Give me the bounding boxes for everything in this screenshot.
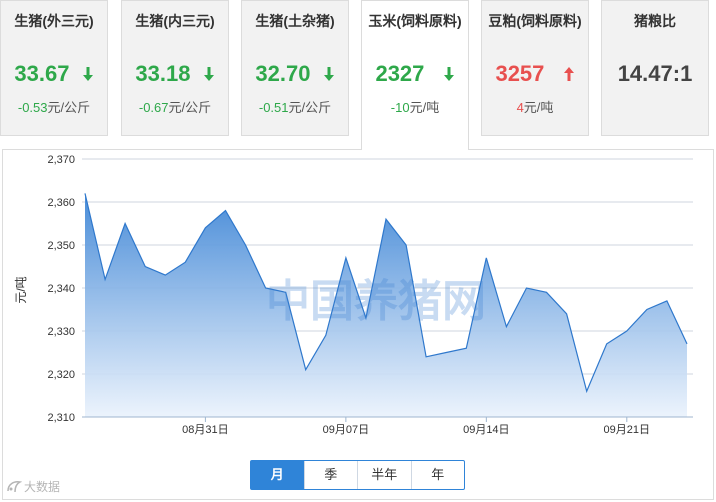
data-point[interactable] xyxy=(624,329,629,334)
data-point[interactable] xyxy=(685,341,690,346)
data-point[interactable] xyxy=(544,290,549,295)
card-pig-local[interactable]: 生猪(土杂猪) 32.70 -0.51元/公斤 xyxy=(241,0,349,136)
x-tick-label: 09月14日 xyxy=(463,424,509,436)
price-chart-panel: 2,310 2,320 2,330 2,340 2,350 2,360 2,370 08月31… xyxy=(2,149,714,500)
arrow-down-icon xyxy=(203,67,214,81)
card-change-value: -0.67 xyxy=(138,100,169,115)
data-point[interactable] xyxy=(444,350,449,355)
brand-watermark: 大数据 xyxy=(6,478,60,495)
brand-logo-icon xyxy=(7,481,22,493)
data-point[interactable] xyxy=(123,221,128,226)
card-title: 生猪(内三元) xyxy=(135,13,215,29)
y-axis-label: 元/吨 xyxy=(14,276,28,303)
card-value: 2327 xyxy=(375,61,425,86)
card-pig-outer[interactable]: 生猪(外三元) 33.67 -0.53元/公斤 xyxy=(0,0,108,136)
card-pig-inner[interactable]: 生猪(内三元) 33.18 -0.67元/公斤 xyxy=(121,0,229,136)
data-point[interactable] xyxy=(323,333,328,338)
data-point[interactable] xyxy=(203,225,208,230)
card-value: 14.47:1 xyxy=(617,61,693,86)
data-point[interactable] xyxy=(183,260,188,265)
x-tick-label: 09月21日 xyxy=(604,424,650,436)
arrow-down-icon xyxy=(82,67,93,81)
tab-quarter[interactable]: 季 xyxy=(305,461,358,489)
tab-year[interactable]: 年 xyxy=(412,461,465,489)
price-cards: 生猪(外三元) 33.67 -0.53元/公斤 生猪(内三元) 33.18 -0… xyxy=(0,0,716,150)
y-tick-label: 2,350 xyxy=(47,240,75,252)
tab-half-year[interactable]: 半年 xyxy=(358,461,412,489)
data-point[interactable] xyxy=(223,208,228,213)
card-value: 33.67 xyxy=(14,61,70,86)
card-value: 32.70 xyxy=(255,61,311,86)
data-point[interactable] xyxy=(83,191,88,196)
card-change-unit: 元/公斤 xyxy=(168,100,212,115)
period-tabs: 月 季 半年 年 xyxy=(250,460,465,490)
data-point[interactable] xyxy=(504,324,509,329)
data-point[interactable] xyxy=(604,341,609,346)
data-point[interactable] xyxy=(484,255,489,260)
data-point[interactable] xyxy=(163,273,168,278)
card-title: 豆粕(饲料原料) xyxy=(488,13,582,29)
x-tick-label: 09月07日 xyxy=(323,424,369,436)
data-point[interactable] xyxy=(243,243,248,248)
card-value: 3257 xyxy=(495,61,545,86)
card-change-value: -0.53 xyxy=(17,100,48,115)
data-point[interactable] xyxy=(343,255,348,260)
data-point[interactable] xyxy=(584,389,589,394)
card-soybean-meal[interactable]: 豆粕(饲料原料) 3257 4元/吨 xyxy=(481,0,589,136)
card-pig-grain-ratio[interactable]: 猪粮比 14.47:1 xyxy=(601,0,709,136)
y-tick-label: 2,310 xyxy=(47,412,75,424)
card-change-unit: 元/吨 xyxy=(523,100,554,115)
card-change-unit: 元/公斤 xyxy=(47,100,91,115)
card-title: 玉米(饲料原料) xyxy=(368,13,462,29)
card-change-value: -10 xyxy=(390,100,410,115)
data-point[interactable] xyxy=(524,286,529,291)
card-title: 猪粮比 xyxy=(634,13,676,29)
y-tick-label: 2,320 xyxy=(47,369,75,381)
data-point[interactable] xyxy=(143,264,148,269)
brand-text: 大数据 xyxy=(24,480,61,494)
y-tick-label: 2,340 xyxy=(47,283,75,295)
card-value: 33.18 xyxy=(135,61,191,86)
arrow-down-icon xyxy=(323,67,334,81)
data-point[interactable] xyxy=(664,298,669,303)
watermark-text: 中国养猪网 xyxy=(266,277,486,326)
data-point[interactable] xyxy=(103,277,108,282)
x-tick-label: 08月31日 xyxy=(182,424,228,436)
card-change-value: 4 xyxy=(516,100,524,115)
data-point[interactable] xyxy=(404,243,409,248)
tab-month[interactable]: 月 xyxy=(251,461,305,489)
card-change-unit: 元/吨 xyxy=(409,100,440,115)
arrow-up-icon xyxy=(563,67,574,81)
data-point[interactable] xyxy=(644,307,649,312)
arrow-down-icon xyxy=(443,67,454,81)
data-point[interactable] xyxy=(464,346,469,351)
y-tick-label: 2,330 xyxy=(47,326,75,338)
card-corn[interactable]: 玉米(饲料原料) 2327 -10元/吨 xyxy=(361,0,469,150)
price-area-chart: 2,310 2,320 2,330 2,340 2,350 2,360 2,370 08月31… xyxy=(14,154,693,436)
card-title: 生猪(外三元) xyxy=(14,13,94,29)
y-tick-label: 2,370 xyxy=(47,154,75,166)
data-point[interactable] xyxy=(424,354,429,359)
card-title: 生猪(土杂猪) xyxy=(255,13,335,29)
card-change-unit: 元/公斤 xyxy=(288,100,332,115)
card-change-value: -0.51 xyxy=(258,100,289,115)
data-point[interactable] xyxy=(303,367,308,372)
y-tick-label: 2,360 xyxy=(47,197,75,209)
data-point[interactable] xyxy=(384,217,389,222)
data-point[interactable] xyxy=(564,311,569,316)
